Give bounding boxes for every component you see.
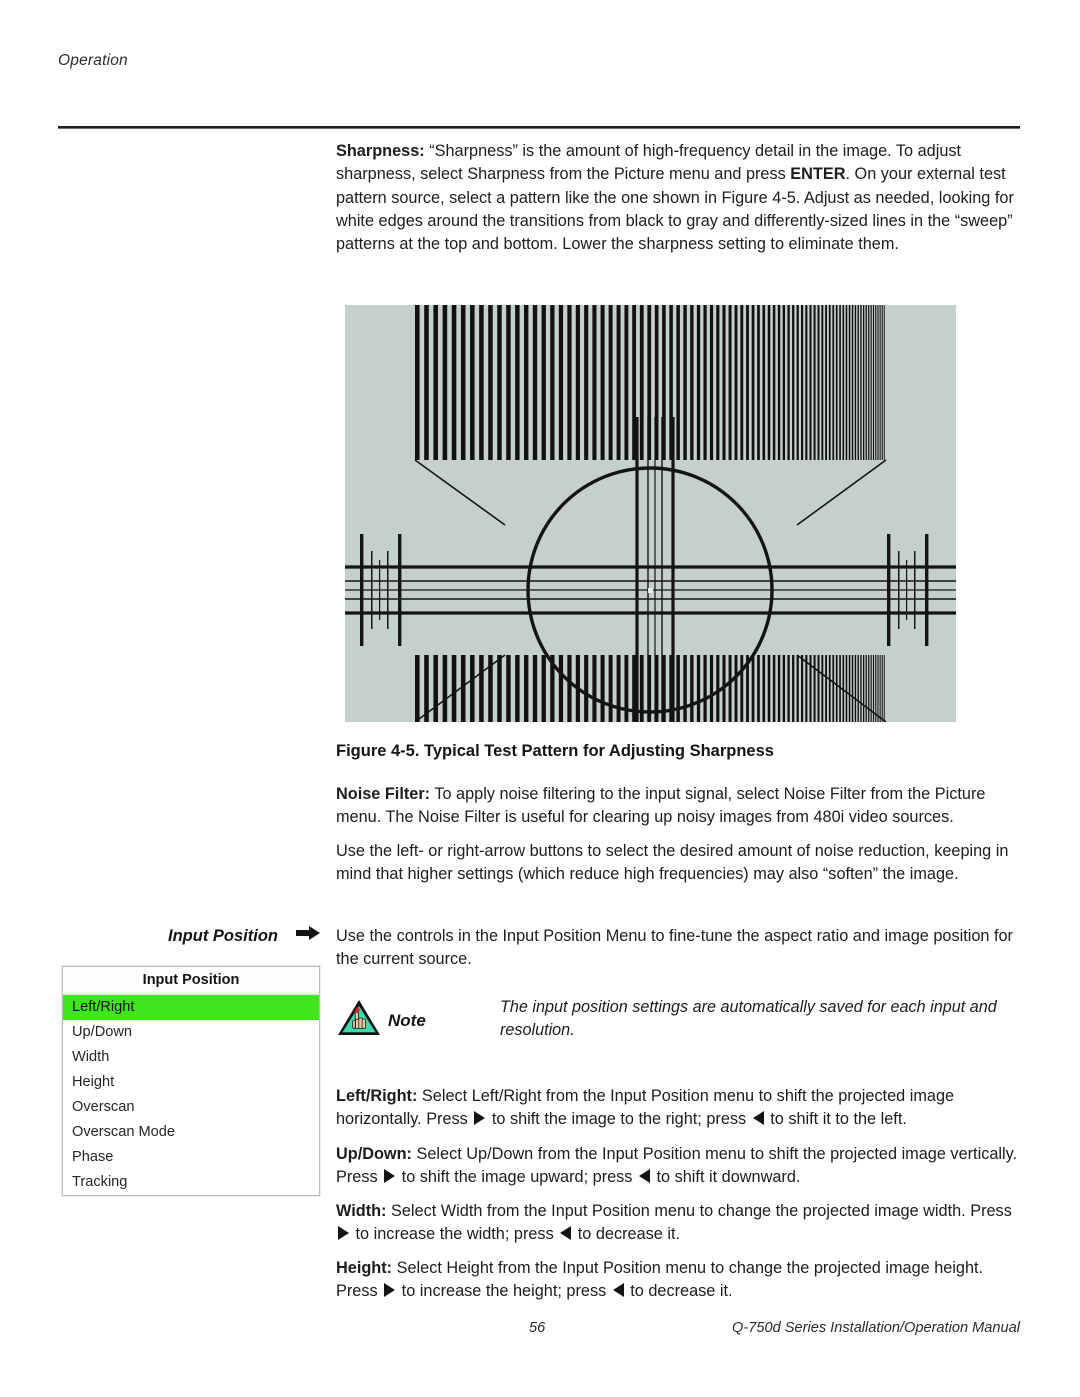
- height-text-3: to decrease it.: [625, 1282, 733, 1301]
- page-number: 56: [529, 1320, 546, 1336]
- input-position-intro-paragraph: Use the controls in the Input Position M…: [336, 927, 1013, 969]
- up-down-text-3: to shift it downward.: [651, 1168, 801, 1187]
- sharpness-test-pattern: [345, 305, 956, 722]
- sharpness-paragraph: Sharpness: “Sharpness” is the amount of …: [336, 140, 1022, 256]
- noise-filter-label: Noise Filter:: [336, 785, 431, 803]
- up-down-paragraph: Up/Down: Select Up/Down from the Input P…: [336, 1143, 1022, 1190]
- section-marker-label: Input Position: [168, 927, 278, 945]
- osd-menu-item-phase[interactable]: Phase: [63, 1145, 319, 1170]
- arrow-right-glyph-icon: [474, 1111, 486, 1126]
- width-text-1: Select Width from the Input Position men…: [386, 1202, 1012, 1220]
- arrow-left-glyph-icon: [612, 1283, 624, 1298]
- up-down-label: Up/Down:: [336, 1145, 412, 1163]
- arrow-left-glyph-icon: [752, 1111, 764, 1126]
- left-right-section: Left/Right: Select Left/Right from the I…: [336, 1085, 1022, 1149]
- width-text-2: to increase the width; press: [351, 1225, 559, 1244]
- height-paragraph: Height: Select Height from the Input Pos…: [336, 1257, 1022, 1304]
- width-section: Width: Select Width from the Input Posit…: [336, 1200, 1022, 1264]
- height-section: Height: Select Height from the Input Pos…: [336, 1257, 1022, 1321]
- height-label: Height:: [336, 1259, 393, 1277]
- osd-menu-item-overscan-mode[interactable]: Overscan Mode: [63, 1120, 319, 1145]
- note-callout: Note The input position settings are aut…: [336, 996, 1026, 1043]
- osd-menu-item-width[interactable]: Width: [63, 1045, 319, 1070]
- left-right-label: Left/Right:: [336, 1087, 418, 1105]
- noise-filter-paragraph: Noise Filter: To apply noise filtering t…: [336, 783, 1022, 830]
- osd-input-position-menu[interactable]: Input Position Left/Right Up/Down Width …: [62, 966, 320, 1196]
- sharpness-label: Sharpness:: [336, 142, 425, 160]
- arrow-right-glyph-icon: [384, 1169, 396, 1184]
- manual-title: Q-750d Series Installation/Operation Man…: [732, 1320, 1020, 1336]
- osd-menu-item-height[interactable]: Height: [63, 1070, 319, 1095]
- note-warning-triangle-hand-icon: [336, 998, 382, 1043]
- up-down-text-2: to shift the image upward; press: [397, 1168, 637, 1187]
- arrow-right-glyph-icon: [384, 1283, 396, 1298]
- width-label: Width:: [336, 1202, 387, 1220]
- osd-menu-item-overscan[interactable]: Overscan: [63, 1095, 319, 1120]
- section-marker-input-position: Input Position: [168, 925, 321, 946]
- osd-menu-item-up-down[interactable]: Up/Down: [63, 1020, 319, 1045]
- input-position-intro-section: Use the controls in the Input Position M…: [336, 925, 1022, 989]
- width-paragraph: Width: Select Width from the Input Posit…: [336, 1200, 1022, 1247]
- arrow-right-icon: [295, 925, 321, 946]
- up-down-section: Up/Down: Select Up/Down from the Input P…: [336, 1143, 1022, 1207]
- osd-menu-item-left-right[interactable]: Left/Right: [63, 995, 319, 1020]
- noise-filter-section: Noise Filter: To apply noise filtering t…: [336, 783, 1022, 847]
- width-text-3: to decrease it.: [573, 1225, 681, 1244]
- manual-page: Operation Sharpness: “Sharpness” is the …: [0, 0, 1080, 1397]
- note-text: The input position settings are automati…: [500, 998, 997, 1040]
- enter-key-label: ENTER: [790, 165, 846, 184]
- figure-caption: Figure 4-5. Typical Test Pattern for Adj…: [336, 742, 774, 760]
- test-pattern-svg: [345, 305, 956, 722]
- sharpness-section: Sharpness: “Sharpness” is the amount of …: [336, 140, 1022, 273]
- arrow-left-glyph-icon: [638, 1169, 650, 1184]
- arrow-left-glyph-icon: [560, 1226, 572, 1241]
- note-label: Note: [388, 1010, 426, 1030]
- noise-reduction-section: Use the left- or right-arrow buttons to …: [336, 840, 1022, 904]
- noise-reduction-paragraph: Use the left- or right-arrow buttons to …: [336, 842, 1009, 884]
- osd-menu-title: Input Position: [63, 967, 319, 995]
- header-rule: [58, 126, 1020, 129]
- left-right-paragraph: Left/Right: Select Left/Right from the I…: [336, 1085, 1022, 1132]
- height-text-2: to increase the height; press: [397, 1282, 611, 1301]
- running-head: Operation: [58, 52, 128, 69]
- osd-menu-item-tracking[interactable]: Tracking: [63, 1170, 319, 1195]
- noise-filter-text: To apply noise filtering to the input si…: [336, 785, 986, 827]
- left-right-text-3: to shift it to the left.: [765, 1110, 907, 1129]
- page-footer: 56 Q-750d Series Installation/Operation …: [58, 1320, 1020, 1342]
- arrow-right-glyph-icon: [338, 1226, 349, 1241]
- left-right-text-2: to shift the image to the right; press: [487, 1110, 751, 1129]
- note-icon-area: Note: [336, 996, 448, 1043]
